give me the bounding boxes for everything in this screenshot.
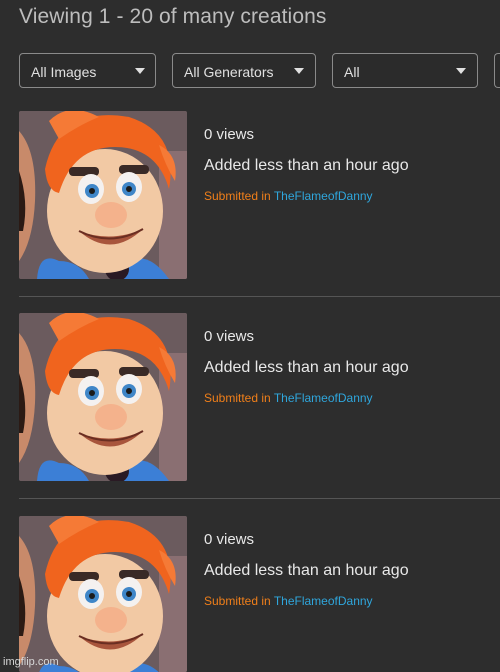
page-title: Viewing 1 - 20 of many creations <box>19 5 327 28</box>
view-count: 0 views <box>204 328 255 345</box>
creation-thumbnail[interactable] <box>19 313 187 481</box>
generator-select-value: All Generators <box>184 64 274 80</box>
time-select-value: All <box>344 64 360 80</box>
stream-link[interactable]: TheFlameofDanny <box>274 594 373 608</box>
submitted-prefix: Submitted in <box>204 189 271 203</box>
extra-select-partial[interactable] <box>494 53 500 88</box>
image-type-select[interactable]: All Images <box>19 53 156 88</box>
added-time: Added less than an hour ago <box>204 157 409 174</box>
creation-thumbnail[interactable] <box>19 111 187 279</box>
chevron-down-icon <box>135 68 145 74</box>
added-time: Added less than an hour ago <box>204 562 409 579</box>
submitted-line: Submitted in TheFlameofDanny <box>204 391 373 405</box>
divider <box>19 498 500 499</box>
stream-link[interactable]: TheFlameofDanny <box>274 189 373 203</box>
filter-bar: All Images All Generators All <box>19 53 500 90</box>
image-type-select-value: All Images <box>31 64 97 80</box>
submitted-line: Submitted in TheFlameofDanny <box>204 594 373 608</box>
submitted-prefix: Submitted in <box>204 391 271 405</box>
divider <box>19 296 500 297</box>
creation-list-item: 0 views Added less than an hour ago Subm… <box>19 516 500 672</box>
added-time: Added less than an hour ago <box>204 359 409 376</box>
stream-link[interactable]: TheFlameofDanny <box>274 391 373 405</box>
view-count: 0 views <box>204 531 255 548</box>
time-select[interactable]: All <box>332 53 478 88</box>
creation-thumbnail[interactable] <box>19 516 187 672</box>
creation-list-item: 0 views Added less than an hour ago Subm… <box>19 111 500 279</box>
view-count: 0 views <box>204 126 255 143</box>
submitted-prefix: Submitted in <box>204 594 271 608</box>
watermark: imgflip.com <box>3 656 59 668</box>
creation-list-item: 0 views Added less than an hour ago Subm… <box>19 313 500 481</box>
generator-select[interactable]: All Generators <box>172 53 316 88</box>
chevron-down-icon <box>294 68 304 74</box>
chevron-down-icon <box>456 68 466 74</box>
submitted-line: Submitted in TheFlameofDanny <box>204 189 373 203</box>
